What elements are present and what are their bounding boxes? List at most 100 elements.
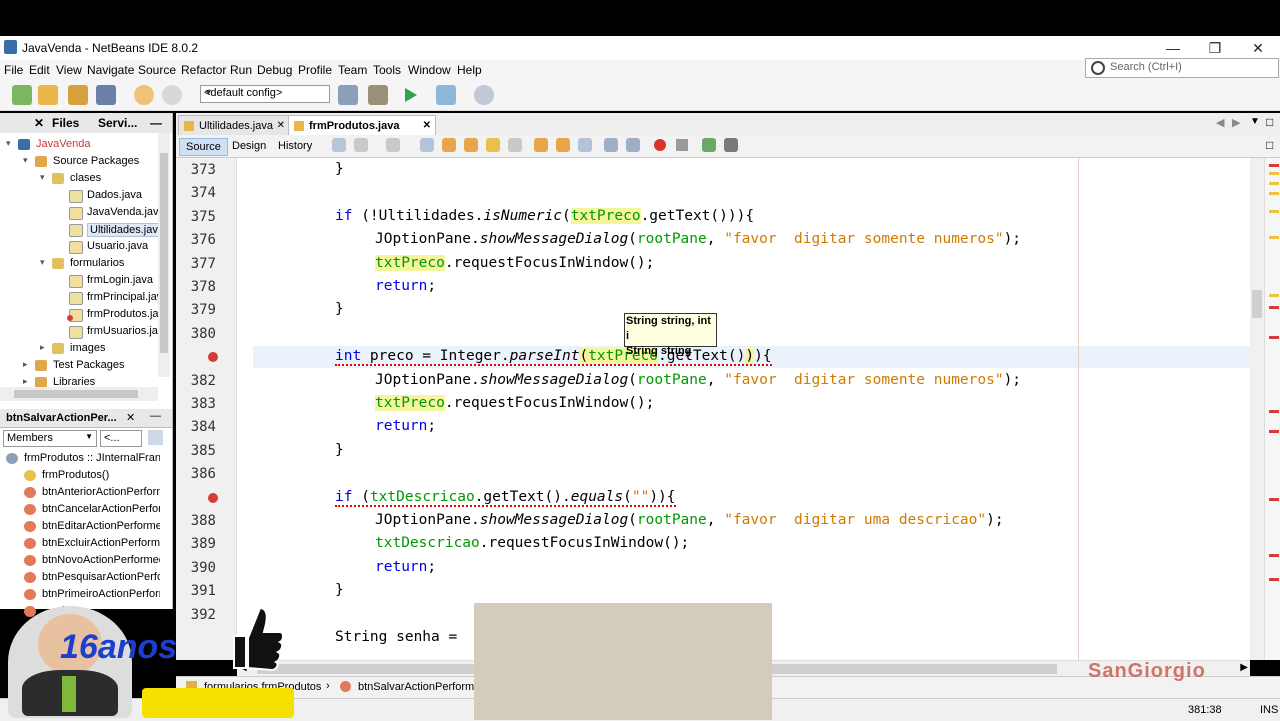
menu-item-view[interactable]: View xyxy=(56,63,82,77)
warning-mark[interactable] xyxy=(1269,210,1279,213)
prev-bookmark-icon[interactable] xyxy=(534,138,548,152)
tree-item[interactable]: frmUsuarios.java xyxy=(0,324,170,340)
code-line[interactable]: return; xyxy=(375,278,436,300)
split-editor-icon[interactable]: □ xyxy=(1266,138,1273,152)
error-mark[interactable] xyxy=(1269,410,1279,413)
code-line[interactable]: JOptionPane.showMessageDialog(rootPane, … xyxy=(375,372,1021,394)
toggle-highlight-icon[interactable] xyxy=(486,138,500,152)
error-badge-icon[interactable] xyxy=(208,492,218,503)
menu-item-help[interactable]: Help xyxy=(457,63,482,77)
scroll-tabs-right-icon[interactable]: ▶ xyxy=(1232,116,1240,129)
next-bookmark-icon[interactable] xyxy=(556,138,570,152)
error-mark[interactable] xyxy=(1269,498,1279,501)
chevron-down-icon[interactable]: ▼ xyxy=(1250,116,1260,127)
find-previous-icon[interactable] xyxy=(442,138,456,152)
menu-item-file[interactable]: File xyxy=(4,63,23,77)
expand-toggle-icon[interactable]: ▸ xyxy=(23,376,28,387)
tree-item[interactable]: JavaVenda.java xyxy=(0,205,165,221)
selection-icon[interactable] xyxy=(508,138,522,152)
code-line[interactable]: if (!Ultilidades.isNumeric(txtPreco.getT… xyxy=(335,207,754,230)
navigator-member[interactable]: btnEditarActionPerforme xyxy=(0,519,160,535)
close-icon[interactable]: ✕ xyxy=(34,113,44,133)
undo-icon[interactable] xyxy=(134,85,154,105)
search-input[interactable]: Search (Ctrl+I) xyxy=(1110,61,1182,73)
navigator-member[interactable]: frmProdutos :: JInternalFran xyxy=(0,451,160,467)
warning-mark[interactable] xyxy=(1269,236,1279,239)
redo-icon[interactable] xyxy=(162,85,182,105)
menu-item-edit[interactable]: Edit xyxy=(29,63,50,77)
expand-toggle-icon[interactable]: ▸ xyxy=(23,359,28,370)
members-filter-select[interactable]: Members ▼ xyxy=(3,430,97,447)
code-editor[interactable]: } if (!Ultilidades.isNumeric(txtPreco.get… xyxy=(237,158,1250,660)
stop-macro-icon[interactable] xyxy=(676,139,688,151)
tree-item[interactable]: Usuario.java xyxy=(0,239,156,255)
navigator-member[interactable]: frmProdutos() xyxy=(0,468,160,484)
code-line[interactable]: } xyxy=(335,301,344,323)
expand-toggle-icon[interactable]: ▾ xyxy=(40,172,45,183)
run-icon[interactable] xyxy=(400,85,420,105)
navigator-member[interactable]: btnPesquisarActionPerfo xyxy=(0,570,160,586)
expand-toggle-icon[interactable]: ▸ xyxy=(40,342,45,353)
secondary-filter-select[interactable]: <... xyxy=(100,430,142,447)
comment-icon[interactable] xyxy=(702,138,716,152)
warning-mark[interactable] xyxy=(1269,172,1279,175)
minimize-panel-button[interactable]: — xyxy=(140,113,173,133)
scroll-thumb[interactable] xyxy=(1252,290,1262,318)
breadcrumb-item-method[interactable]: btnSalvarActionPerformed xyxy=(358,681,486,693)
tree-item[interactable]: frmLogin.java xyxy=(0,273,156,289)
record-macro-icon[interactable] xyxy=(654,139,666,151)
error-mark[interactable] xyxy=(1269,578,1279,581)
close-window-button[interactable]: ✕ xyxy=(1240,38,1276,58)
filter-icon[interactable] xyxy=(148,430,163,445)
warning-mark[interactable] xyxy=(1269,294,1279,297)
open-project-icon[interactable] xyxy=(68,85,88,105)
tree-item[interactable]: frmPrincipal.java xyxy=(0,290,168,306)
forward-icon[interactable] xyxy=(386,138,400,152)
design-view-button[interactable]: Design xyxy=(226,138,272,154)
debug-icon[interactable] xyxy=(436,85,456,105)
scroll-right-icon[interactable]: ▶ xyxy=(1240,662,1248,673)
tree-item[interactable]: Ultilidades.java xyxy=(0,222,167,238)
new-project-icon[interactable] xyxy=(38,85,58,105)
code-line[interactable]: txtDescricao.requestFocusInWindow(); xyxy=(375,535,689,557)
menu-item-tools[interactable]: Tools xyxy=(373,63,401,77)
minimize-icon[interactable]: — xyxy=(150,410,161,422)
code-line[interactable]: } xyxy=(335,582,344,604)
menu-item-profile[interactable]: Profile xyxy=(298,63,332,77)
scroll-tabs-left-icon[interactable]: ◀ xyxy=(1216,116,1224,129)
shift-left-icon[interactable] xyxy=(604,138,618,152)
code-line[interactable]: } xyxy=(335,442,344,464)
minimize-button[interactable]: — xyxy=(1155,38,1191,58)
tree-item[interactable]: ▸ Test Packages xyxy=(0,358,156,374)
close-icon[interactable]: ✕ xyxy=(126,411,135,424)
toggle-bookmark-icon[interactable] xyxy=(578,138,592,152)
code-line[interactable]: JOptionPane.showMessageDialog(rootPane, … xyxy=(375,231,1021,253)
config-select[interactable]: <default config> ▼ xyxy=(200,85,330,103)
navigator-member[interactable]: btnCancelarActionPerfor xyxy=(0,502,160,518)
code-line[interactable]: txtPreco.requestFocusInWindow(); xyxy=(375,254,654,277)
tree-item[interactable]: frmProdutos.java xyxy=(0,307,170,323)
code-line[interactable]: return; xyxy=(375,559,436,581)
save-all-icon[interactable] xyxy=(96,85,116,105)
error-mark[interactable] xyxy=(1269,306,1279,309)
error-mark[interactable] xyxy=(1269,164,1279,167)
menu-item-debug[interactable]: Debug xyxy=(257,63,292,77)
code-line[interactable]: if (txtDescricao.getText().equals("")){ xyxy=(335,488,676,511)
error-mark[interactable] xyxy=(1269,554,1279,557)
navigator-member[interactable]: btnAnteriorActionPerform xyxy=(0,485,160,501)
close-icon[interactable]: ✕ xyxy=(277,116,285,136)
navigator-member[interactable]: btnExcluirActionPerforme xyxy=(0,536,160,552)
menu-item-run[interactable]: Run xyxy=(230,63,252,77)
tab-services[interactable]: Servi... xyxy=(94,113,145,133)
uncomment-icon[interactable] xyxy=(724,138,738,152)
expand-toggle-icon[interactable]: ▾ xyxy=(40,257,45,268)
error-mark[interactable] xyxy=(1269,336,1279,339)
error-mark[interactable] xyxy=(1269,430,1279,433)
tree-item[interactable]: ▾ formularios xyxy=(0,256,156,272)
tree-hscrollbar[interactable] xyxy=(0,387,158,401)
tree-item[interactable]: ▾ Source Packages xyxy=(0,154,156,170)
projects-tab-close[interactable]: ✕ xyxy=(0,113,49,133)
source-view-button[interactable]: Source xyxy=(179,138,228,156)
last-edit-icon[interactable] xyxy=(332,138,346,152)
error-badge-icon[interactable] xyxy=(208,352,218,363)
